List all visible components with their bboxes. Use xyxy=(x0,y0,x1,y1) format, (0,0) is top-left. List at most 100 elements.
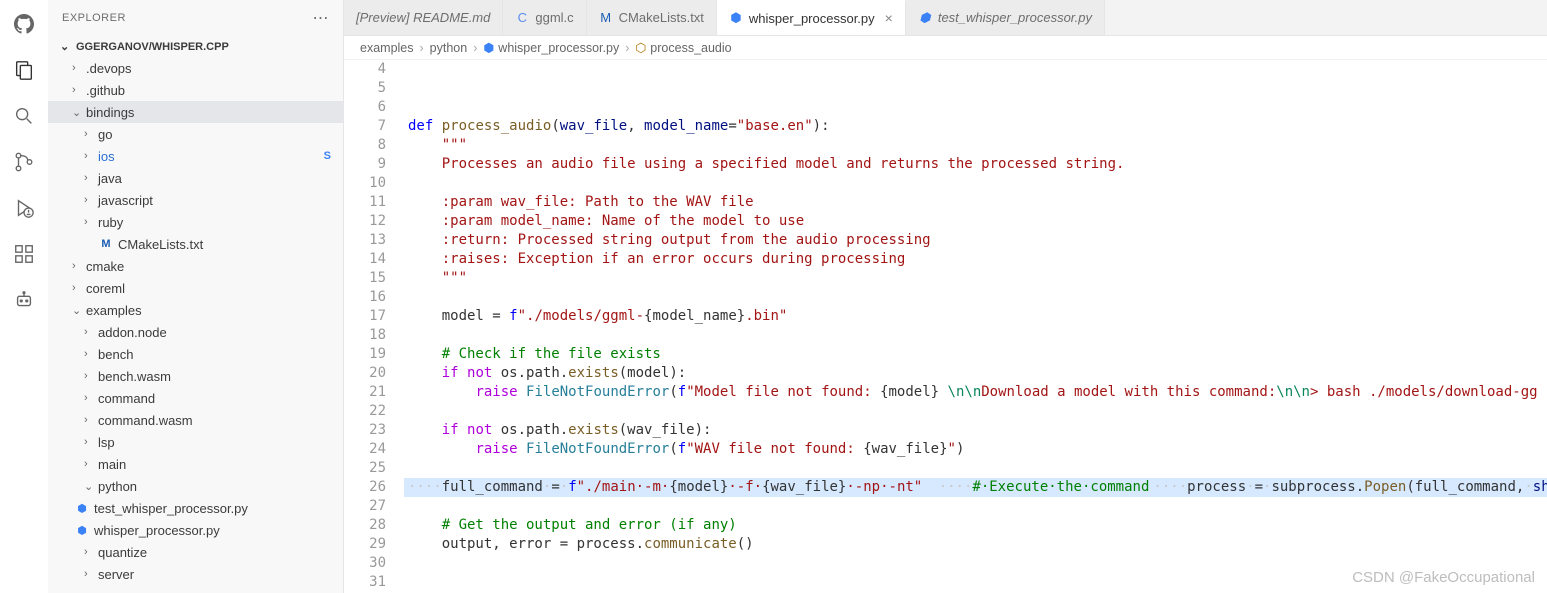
search-icon[interactable] xyxy=(12,104,36,128)
tree-item-label: lsp xyxy=(98,435,115,450)
tab-label: ggml.c xyxy=(535,10,573,25)
code-line[interactable]: :return: Processed string output from th… xyxy=(404,231,1547,250)
folder-item[interactable]: ›coreml xyxy=(48,277,343,299)
tab[interactable]: MCMakeLists.txt xyxy=(587,0,717,35)
more-icon[interactable]: ⋯ xyxy=(313,8,330,28)
code-line[interactable] xyxy=(404,402,1547,421)
chevron-icon: ⌄ xyxy=(72,106,84,119)
close-icon[interactable]: × xyxy=(885,10,893,26)
line-number: 16 xyxy=(344,288,386,307)
folder-item[interactable]: ›java xyxy=(48,167,343,189)
folder-item[interactable]: ›bench xyxy=(48,343,343,365)
line-number: 10 xyxy=(344,174,386,193)
line-number: 26 xyxy=(344,478,386,497)
breadcrumb-segment[interactable]: python xyxy=(430,41,468,55)
code-line[interactable] xyxy=(404,326,1547,345)
code-line[interactable]: :param wav_file: Path to the WAV file xyxy=(404,193,1547,212)
code-line[interactable]: ····process·=·subprocess.Popen(full_comm… xyxy=(1149,478,1547,497)
folder-item[interactable]: ⌄python xyxy=(48,475,343,497)
folder-item[interactable]: ›addon.node xyxy=(48,321,343,343)
explorer-icon[interactable] xyxy=(12,58,36,82)
code-line[interactable] xyxy=(404,554,1547,573)
tree-item-label: examples xyxy=(86,303,142,318)
code-line[interactable]: raise FileNotFoundError(f"WAV file not f… xyxy=(404,440,1547,459)
folder-item[interactable]: ›cmake xyxy=(48,255,343,277)
code-line[interactable]: output, error = process.communicate() xyxy=(404,535,1547,554)
tree-item-label: go xyxy=(98,127,112,142)
code-line[interactable]: """ xyxy=(404,269,1547,288)
tab[interactable]: Cggml.c xyxy=(503,0,586,35)
project-title[interactable]: ⌄ GGERGANOV/WHISPER.CPP xyxy=(48,36,343,57)
folder-item[interactable]: ›bench.wasm xyxy=(48,365,343,387)
folder-item[interactable]: ›quantize xyxy=(48,541,343,563)
code-line[interactable]: model = f"./models/ggml-{model_name}.bin… xyxy=(404,307,1547,326)
folder-item[interactable]: ›main xyxy=(48,453,343,475)
file-icon: ⬢ xyxy=(74,524,90,537)
code-line[interactable]: if not os.path.exists(wav_file): xyxy=(404,421,1547,440)
folder-item[interactable]: ›.github xyxy=(48,79,343,101)
folder-item[interactable]: ›command xyxy=(48,387,343,409)
code-line[interactable]: :param model_name: Name of the model to … xyxy=(404,212,1547,231)
breadcrumb-segment[interactable]: process_audio xyxy=(650,41,731,55)
code-line[interactable]: Processes an audio file using a specifie… xyxy=(404,155,1547,174)
chevron-right-icon: › xyxy=(420,41,424,55)
code-line[interactable]: # Get the output and error (if any) xyxy=(404,516,1547,535)
code-line[interactable] xyxy=(404,497,1547,516)
file-icon: M xyxy=(98,238,114,250)
chevron-icon: › xyxy=(84,392,96,404)
code-line[interactable]: def process_audio(wav_file, model_name="… xyxy=(404,117,1547,136)
folder-item[interactable]: ›command.wasm xyxy=(48,409,343,431)
folder-item[interactable]: ›server xyxy=(48,563,343,585)
folder-item[interactable]: ›.devops xyxy=(48,57,343,79)
code-line[interactable]: # Check if the file exists xyxy=(404,345,1547,364)
breadcrumb-segment[interactable]: whisper_processor.py xyxy=(498,41,619,55)
line-number: 8 xyxy=(344,136,386,155)
breadcrumb-segment[interactable]: examples xyxy=(360,41,414,55)
tree-item-label: main xyxy=(98,457,126,472)
chevron-icon: › xyxy=(84,194,96,206)
code-line[interactable]: ····#·Execute·the·command xyxy=(935,478,1150,497)
folder-item[interactable]: ›lsp xyxy=(48,431,343,453)
folder-item[interactable]: ›ruby xyxy=(48,211,343,233)
code-line[interactable]: raise FileNotFoundError(f"Model file not… xyxy=(404,383,1547,402)
code-line[interactable]: """ xyxy=(404,136,1547,155)
line-number: 23 xyxy=(344,421,386,440)
folder-item[interactable]: ›iosS xyxy=(48,145,343,167)
tree-item-label: bench.wasm xyxy=(98,369,171,384)
run-debug-icon[interactable] xyxy=(12,196,36,220)
extensions-icon[interactable] xyxy=(12,242,36,266)
breadcrumb[interactable]: examples› python›⬢ whisper_processor.py›… xyxy=(344,36,1547,60)
line-number: 25 xyxy=(344,459,386,478)
code-line[interactable] xyxy=(404,288,1547,307)
code-area[interactable]: 4567891011121314151617181920212223242526… xyxy=(344,60,1547,593)
file-item[interactable]: ⬢test_whisper_processor.py xyxy=(48,497,343,519)
line-number: 28 xyxy=(344,516,386,535)
tree-item-label: coreml xyxy=(86,281,125,296)
folder-item[interactable]: ›go xyxy=(48,123,343,145)
chevron-icon: › xyxy=(72,260,84,272)
tab[interactable]: ⬢test_whisper_processor.py xyxy=(906,0,1105,35)
tab[interactable]: ⬢whisper_processor.py× xyxy=(717,0,906,35)
code-line[interactable]: ····full_command·=·f"./main·-m·{model}·-… xyxy=(404,478,922,497)
code-line[interactable]: if not os.path.exists(model): xyxy=(404,364,1547,383)
folder-item[interactable]: ⌄bindings xyxy=(48,101,343,123)
robot-icon[interactable] xyxy=(12,288,36,312)
file-item[interactable]: MCMakeLists.txt xyxy=(48,233,343,255)
line-number: 27 xyxy=(344,497,386,516)
github-icon[interactable] xyxy=(12,12,36,36)
folder-item[interactable]: ⌄examples xyxy=(48,299,343,321)
folder-item[interactable]: ›javascript xyxy=(48,189,343,211)
tree-item-label: .devops xyxy=(86,61,132,76)
source-control-icon[interactable] xyxy=(12,150,36,174)
code-line[interactable] xyxy=(404,459,1547,478)
code-line[interactable]: :raises: Exception if an error occurs du… xyxy=(404,250,1547,269)
tree-item-label: ruby xyxy=(98,215,123,230)
tab[interactable]: [Preview] README.md xyxy=(344,0,503,35)
tab-label: test_whisper_processor.py xyxy=(938,10,1092,25)
line-number: 7 xyxy=(344,117,386,136)
code-content[interactable]: def process_audio(wav_file, model_name="… xyxy=(404,60,1547,593)
code-line[interactable] xyxy=(922,478,934,497)
file-item[interactable]: ⬢whisper_processor.py xyxy=(48,519,343,541)
code-line[interactable] xyxy=(404,174,1547,193)
code-line[interactable] xyxy=(404,98,1547,117)
